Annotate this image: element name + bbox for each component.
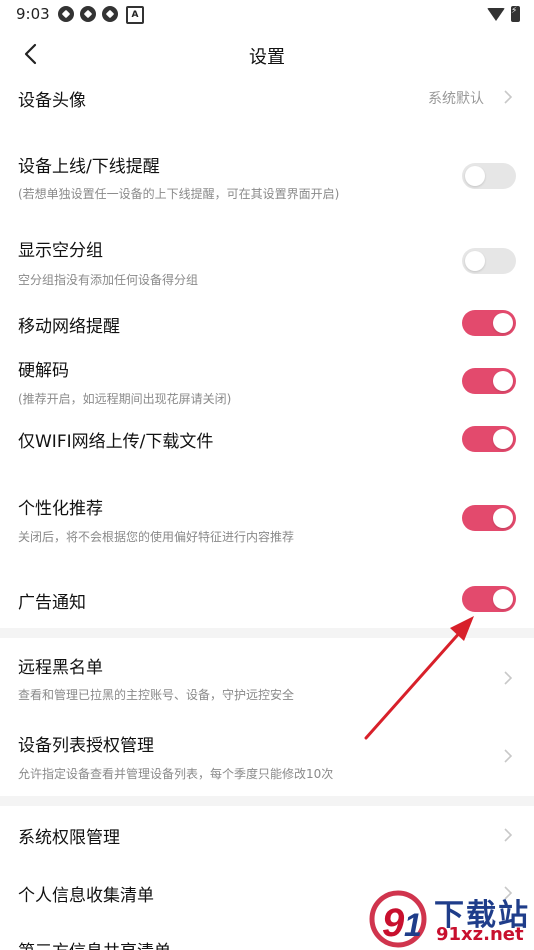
watermark: 9 1 下载站 91xz.net [368, 888, 534, 950]
watermark-domain: 91xz.net [436, 924, 524, 945]
annotation-arrow-icon [364, 616, 474, 740]
watermark-logo-icon: 9 1 [369, 890, 427, 948]
svg-text:1: 1 [404, 907, 422, 943]
svg-text:9: 9 [382, 901, 405, 945]
